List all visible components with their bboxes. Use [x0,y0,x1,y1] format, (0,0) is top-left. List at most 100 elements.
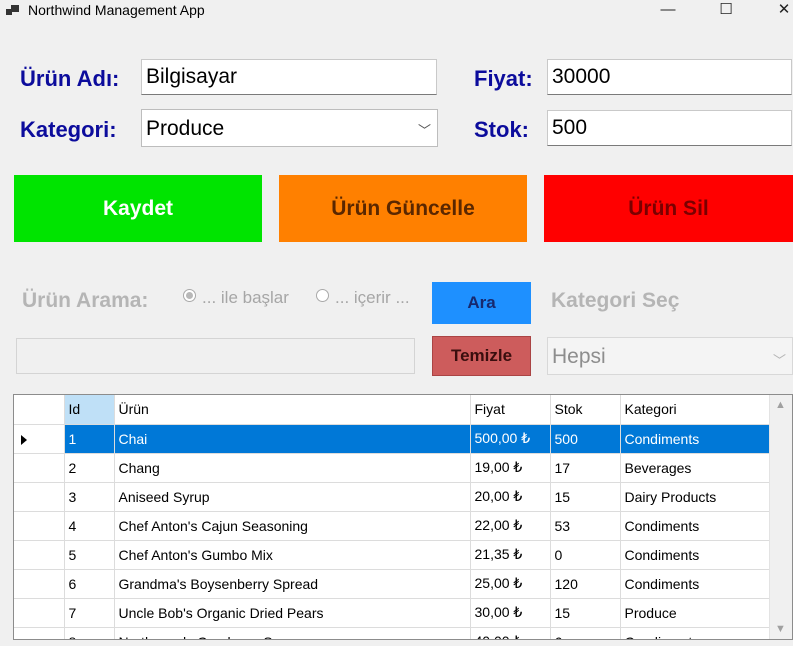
table-row[interactable]: 7 Uncle Bob's Organic Dried Pears 30,00 … [14,598,771,628]
maximize-button[interactable]: ☐ [703,0,749,22]
table-row[interactable]: 1 Chai 500,00 ₺ 500 Condiments [14,424,771,454]
cell-category[interactable]: Condiments [620,511,771,541]
cell-stock[interactable]: 15 [550,482,621,512]
cell-id[interactable]: 5 [64,540,115,570]
cell-id[interactable]: 7 [64,598,115,628]
cell-stock[interactable]: 0 [550,540,621,570]
row-header[interactable] [14,424,65,454]
cell-stock[interactable]: 17 [550,453,621,483]
cell-category[interactable]: Beverages [620,453,771,483]
cell-category[interactable]: Dairy Products [620,482,771,512]
starts-with-label: ... ile başlar [202,288,289,307]
clear-button[interactable]: Temizle [432,336,531,376]
cell-id[interactable]: 3 [64,482,115,512]
cell-stock[interactable]: 15 [550,598,621,628]
product-search-label: Ürün Arama: [22,289,149,312]
row-header[interactable] [14,482,65,512]
stock-label: Stok: [474,117,529,142]
cell-category[interactable]: Condiments [620,569,771,599]
chevron-down-icon: ﹀ [417,123,431,138]
cell-price[interactable]: 25,00 ₺ [470,569,551,599]
cell-category[interactable]: Condiments [620,540,771,570]
radio-checked-icon [183,289,196,302]
cell-category[interactable]: Produce [620,598,771,628]
row-header[interactable] [14,511,65,541]
cell-price[interactable]: 30,00 ₺ [470,598,551,628]
row-header-corner [14,395,65,425]
grid-header-row: Id Ürün Fiyat Stok Kategori [14,395,771,425]
vertical-scrollbar[interactable]: ▲ ▼ [769,395,792,639]
price-label: Fiyat: [474,66,533,91]
cell-product[interactable]: Uncle Bob's Organic Dried Pears [114,598,471,628]
category-combobox-value: Produce [146,117,225,140]
title-bar: Northwind Management App — ☐ ✕ [0,0,793,22]
search-input[interactable] [16,338,415,374]
current-row-arrow-icon [21,434,27,445]
cell-category[interactable]: Condiments [620,424,771,454]
cell-product[interactable]: Chef Anton's Cajun Seasoning [114,511,471,541]
cell-price[interactable]: 20,00 ₺ [470,482,551,512]
app-icon [6,4,20,16]
table-row[interactable]: 6 Grandma's Boysenberry Spread 25,00 ₺ 1… [14,569,771,599]
category-filter-combobox[interactable]: Hepsi ﹀ [547,337,793,375]
cell-price[interactable]: 21,35 ₺ [470,540,551,570]
column-header-price[interactable]: Fiyat [470,395,551,425]
product-name-input[interactable]: Bilgisayar [141,59,437,95]
cell-product[interactable]: Chang [114,453,471,483]
cell-price[interactable]: 500,00 ₺ [470,424,551,454]
cell-id[interactable]: 1 [64,424,115,454]
contains-label: ... içerir ... [335,288,410,307]
scroll-up-arrow-icon[interactable]: ▲ [775,399,786,411]
row-header[interactable] [14,627,65,639]
radio-unchecked-icon [316,289,329,302]
window-title: Northwind Management App [28,2,205,18]
cell-product[interactable]: Grandma's Boysenberry Spread [114,569,471,599]
cell-product[interactable]: Chai [114,424,471,454]
row-header[interactable] [14,569,65,599]
table-row[interactable]: 4 Chef Anton's Cajun Seasoning 22,00 ₺ 5… [14,511,771,541]
category-label: Kategori: [20,117,117,142]
starts-with-radio[interactable]: ... ile başlar [183,288,289,308]
column-header-id[interactable]: Id [64,395,115,425]
cell-product[interactable]: Aniseed Syrup [114,482,471,512]
contains-radio[interactable]: ... içerir ... [316,288,410,308]
column-header-product[interactable]: Ürün [114,395,471,425]
table-row[interactable]: 2 Chang 19,00 ₺ 17 Beverages [14,453,771,483]
cell-price[interactable]: 22,00 ₺ [470,511,551,541]
cell-category[interactable]: Condiments [620,627,771,639]
delete-product-button[interactable]: Ürün Sil [544,175,793,242]
column-header-stock[interactable]: Stok [550,395,621,425]
row-header[interactable] [14,598,65,628]
category-select-label: Kategori Seç [551,289,680,312]
cell-product[interactable]: Chef Anton's Gumbo Mix [114,540,471,570]
cell-stock[interactable]: 53 [550,511,621,541]
table-row[interactable]: 5 Chef Anton's Gumbo Mix 21,35 ₺ 0 Condi… [14,540,771,570]
products-grid[interactable]: Id Ürün Fiyat Stok Kategori 1 Chai 500,0… [13,394,793,640]
update-product-button[interactable]: Ürün Güncelle [279,175,527,242]
cell-product[interactable]: Northwoods Cranberry Sauce [114,627,471,639]
save-button[interactable]: Kaydet [14,175,262,242]
chevron-down-icon: ﹀ [772,353,786,368]
table-row[interactable]: 3 Aniseed Syrup 20,00 ₺ 15 Dairy Product… [14,482,771,512]
table-row[interactable]: 8 Northwoods Cranberry Sauce 40,00 ₺ 6 C… [14,627,771,639]
cell-price[interactable]: 19,00 ₺ [470,453,551,483]
cell-stock[interactable]: 120 [550,569,621,599]
search-button[interactable]: Ara [432,282,531,324]
close-button[interactable]: ✕ [761,0,793,22]
cell-stock[interactable]: 6 [550,627,621,639]
scroll-down-arrow-icon[interactable]: ▼ [775,623,786,635]
row-header[interactable] [14,453,65,483]
column-header-category[interactable]: Kategori [620,395,771,425]
category-combobox[interactable]: Produce ﹀ [141,109,438,147]
row-header[interactable] [14,540,65,570]
minimize-button[interactable]: — [645,0,691,22]
cell-price[interactable]: 40,00 ₺ [470,627,551,639]
cell-id[interactable]: 8 [64,627,115,639]
cell-id[interactable]: 2 [64,453,115,483]
stock-input[interactable]: 500 [547,110,792,146]
cell-stock[interactable]: 500 [550,424,621,454]
cell-id[interactable]: 4 [64,511,115,541]
category-filter-value: Hepsi [552,345,606,368]
price-input[interactable]: 30000 [547,59,792,95]
cell-id[interactable]: 6 [64,569,115,599]
